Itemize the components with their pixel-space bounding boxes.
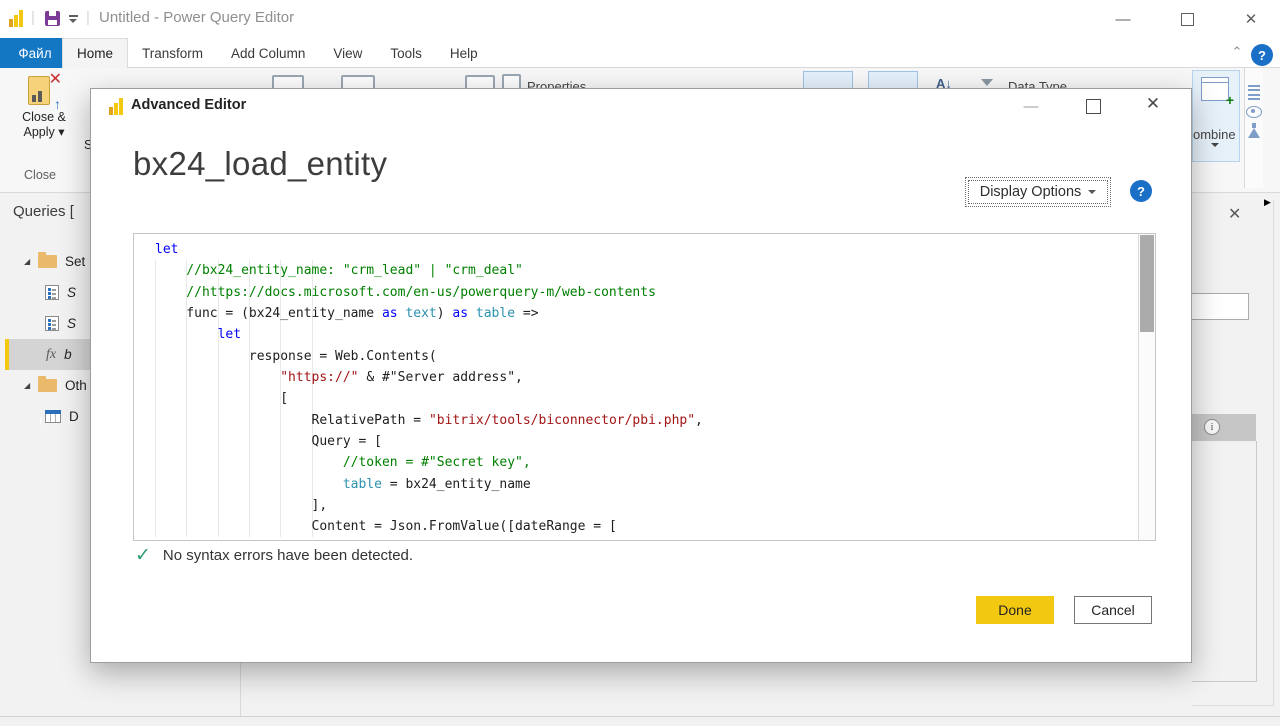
parameter-icon (45, 316, 59, 331)
done-button[interactable]: Done (976, 596, 1054, 624)
flask-icon[interactable] (1248, 128, 1260, 138)
combine-button[interactable]: ombine (1192, 70, 1240, 162)
settings-pane-border (1273, 200, 1274, 706)
maximize-button[interactable] (1173, 7, 1201, 31)
code-line: let (134, 324, 1138, 345)
tab-home[interactable]: Home (62, 38, 128, 68)
tab-strip: HomeTransformAdd ColumnViewToolsHelp (62, 38, 492, 68)
tab-help[interactable]: Help (436, 38, 492, 68)
close-button[interactable]: ✕ (1237, 7, 1265, 31)
code-line: //bx24_entity_name: "crm_lead" | "crm_de… (134, 260, 1138, 281)
filter-icon[interactable] (981, 79, 993, 86)
display-options-label: Display Options (980, 184, 1082, 200)
query-name-input[interactable] (1192, 293, 1249, 320)
code-line: let (134, 239, 1138, 260)
window-title: Untitled - Power Query Editor (99, 9, 294, 26)
applied-steps-box (1192, 441, 1257, 682)
queries-panel-header: Queries [ (13, 203, 74, 220)
editor-scrollbar[interactable] (1138, 234, 1155, 540)
checkmark-icon: ✓ (135, 544, 151, 567)
tab-view[interactable]: View (319, 38, 376, 68)
power-query-editor-window: | | Untitled - Power Query Editor — ✕ Фа… (0, 0, 1280, 726)
folder-icon (38, 255, 57, 268)
title-bar: | | Untitled - Power Query Editor — ✕ (0, 0, 1280, 38)
query-item-label: D (69, 409, 79, 424)
close-and-apply-button[interactable]: ✕↑ Close & Apply ▾ (10, 72, 78, 156)
code-line: ], (134, 495, 1138, 516)
minimize-button[interactable]: — (1109, 7, 1137, 31)
close-apply-label-1: Close & (22, 110, 66, 125)
query-item-label: Set (65, 254, 85, 269)
code-line: Query = [ (134, 431, 1138, 452)
scrollbar-thumb[interactable] (1140, 235, 1154, 332)
folder-icon (38, 379, 57, 392)
code-line: //token = #"Secret key", (134, 452, 1138, 473)
code-editor[interactable]: let//bx24_entity_name: "crm_lead" | "crm… (133, 233, 1156, 541)
power-bi-logo-icon (9, 10, 23, 27)
query-name-heading: bx24_load_entity (133, 145, 387, 183)
right-icon-strip (1244, 68, 1263, 188)
tab-file[interactable]: Файл (0, 38, 70, 68)
chevron-down-icon (1088, 190, 1096, 194)
table-icon (45, 410, 61, 423)
panel-expand-arrow-icon[interactable]: ▶ (1264, 197, 1271, 208)
expand-triangle-icon[interactable]: ◢ (24, 381, 34, 390)
code-line: [ (134, 388, 1138, 409)
display-options-dropdown[interactable]: Display Options (968, 180, 1108, 204)
close-and-apply-icon: ✕↑ (26, 72, 62, 110)
help-icon[interactable]: ? (1251, 44, 1273, 66)
tab-tools[interactable]: Tools (376, 38, 436, 68)
query-item-label: b (64, 347, 72, 362)
titlebar-separator: | (31, 9, 35, 26)
code-line: //https://docs.microsoft.com/en-us/power… (134, 282, 1138, 303)
query-item-label: S (67, 316, 76, 331)
power-bi-logo-icon (109, 98, 123, 115)
dialog-minimize-button[interactable]: — (1019, 95, 1043, 117)
panel-divider (240, 663, 241, 716)
dialog-close-button[interactable]: ✕ (1141, 93, 1165, 115)
code-line: table = bx24_entity_name (134, 474, 1138, 495)
fx-icon: fx (46, 347, 56, 363)
code-line: startDate = Date.ToText(startDate, "yyyy… (134, 538, 1138, 541)
close-apply-label-2: Apply ▾ (23, 125, 64, 140)
code-line: Content = Json.FromValue([dateRange = [ (134, 516, 1138, 537)
selection-accent-bar (5, 339, 9, 370)
advanced-editor-dialog: Advanced Editor — ✕ bx24_load_entity Dis… (90, 88, 1192, 663)
syntax-status: ✓ No syntax errors have been detected. (135, 544, 413, 567)
code-line: func = (bx24_entity_name as text) as tab… (134, 303, 1138, 324)
query-settings-close-icon[interactable]: ✕ (1228, 204, 1241, 224)
ribbon-group-label-close: Close (0, 168, 80, 182)
query-item-label: Oth (65, 378, 87, 393)
expand-triangle-icon[interactable]: ◢ (24, 257, 34, 266)
tab-add-column[interactable]: Add Column (217, 38, 319, 68)
status-bar (0, 716, 1280, 726)
dialog-title: Advanced Editor (131, 97, 246, 113)
cancel-button[interactable]: Cancel (1074, 596, 1152, 624)
chevron-down-icon (1211, 143, 1219, 147)
combine-tables-icon (1201, 77, 1229, 101)
status-message: No syntax errors have been detected. (163, 547, 413, 564)
dialog-maximize-button[interactable] (1081, 95, 1105, 117)
help-icon[interactable]: ? (1130, 180, 1152, 202)
query-item-label: S (67, 285, 76, 300)
code-line: RelativePath = "bitrix/tools/biconnector… (134, 410, 1138, 431)
quick-access-toolbar-caret-icon[interactable] (69, 15, 78, 23)
tab-transform[interactable]: Transform (128, 38, 217, 68)
properties-info-bar: i (1192, 414, 1256, 441)
titlebar-separator: | (86, 9, 90, 26)
list-lines-icon[interactable] (1245, 68, 1263, 100)
code-lines: let//bx24_entity_name: "crm_lead" | "crm… (134, 239, 1138, 541)
code-line: "https://" & #"Server address", (134, 367, 1138, 388)
code-line: response = Web.Contents( (134, 346, 1138, 367)
parameter-icon (45, 285, 59, 300)
settings-pane-border (1192, 705, 1273, 706)
eye-icon[interactable] (1246, 106, 1262, 118)
save-icon[interactable] (45, 11, 60, 26)
info-icon: i (1204, 419, 1220, 435)
combine-label: ombine (1193, 127, 1239, 142)
collapse-ribbon-chevron-icon[interactable]: ⌃ (1228, 45, 1246, 59)
